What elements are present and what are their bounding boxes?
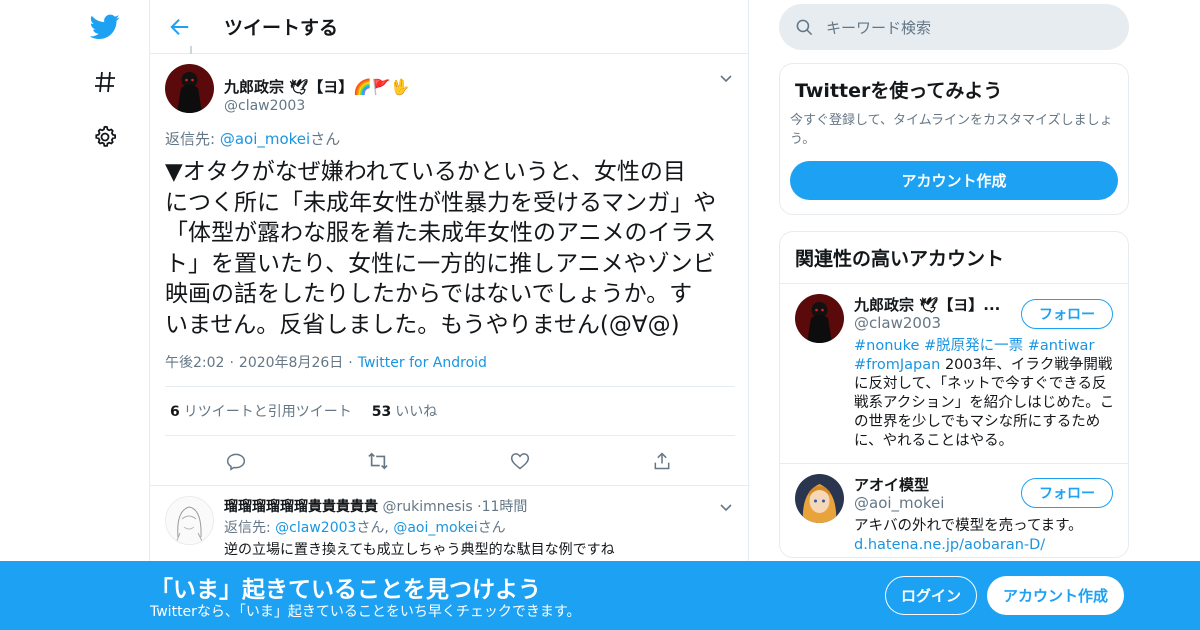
gear-icon[interactable]	[88, 120, 122, 154]
signup-card-description: 今すぐ登録して、タイムラインをカスタマイズしましょう。	[790, 113, 1113, 147]
tweet-meta: 午後2:02 · 2020年8月26日 · Twitter for Android	[165, 352, 487, 372]
author-name[interactable]: 九郎政宗 🕊【ヨ】🌈🚩🖖	[224, 76, 409, 97]
related-account-name[interactable]: 九郎政宗 🕊【ヨ】...	[854, 294, 1000, 315]
meta-separator: ·	[229, 355, 234, 371]
signup-card-title: Twitterを使ってみよう	[795, 80, 1003, 102]
bio-text: アキバの外れで模型を売ってます。	[854, 518, 1083, 534]
likes-count: 53	[371, 404, 392, 420]
likes-stat[interactable]: 53 いいね	[372, 401, 437, 421]
reply-text: 逆の立場に置き換えても成立しちゃう典型的な駄目な例ですね	[224, 542, 615, 558]
left-nav	[80, 0, 130, 630]
chevron-down-icon[interactable]	[718, 70, 734, 86]
arrow-left-icon	[170, 18, 189, 35]
reply-separator: さん,	[356, 520, 394, 536]
like-icon[interactable]	[507, 448, 533, 474]
related-account-name[interactable]: アオイ模型	[854, 474, 929, 495]
reply-prefix: 返信先:	[165, 130, 220, 148]
reply-context: 返信先: @aoi_mokeiさん	[165, 128, 340, 149]
reply-icon[interactable]	[223, 448, 249, 474]
retweet-icon[interactable]	[365, 448, 391, 474]
reply-to-link[interactable]: @aoi_mokei	[220, 130, 310, 148]
author-handle[interactable]: @claw2003	[224, 98, 305, 114]
reply-suffix: さん	[310, 130, 341, 148]
related-account-handle[interactable]: @aoi_mokei	[854, 494, 944, 512]
thread-line	[190, 46, 192, 54]
likes-label: いいね	[395, 404, 438, 420]
signup-button[interactable]: アカウント作成	[987, 576, 1124, 615]
page-title: ツイートする	[224, 17, 339, 39]
reply-time[interactable]: 11時間	[482, 499, 528, 515]
reply-author-handle[interactable]: @rukimnesis	[382, 499, 472, 515]
reply-to-link[interactable]: @aoi_mokei	[393, 520, 477, 536]
tweet-source[interactable]: Twitter for Android	[358, 355, 487, 371]
search-icon	[795, 18, 814, 37]
main-header: ツイートする	[150, 0, 748, 54]
search-input[interactable]: キーワード検索	[779, 4, 1129, 50]
reply-avatar[interactable]	[165, 496, 214, 545]
related-accounts-title: 関連性の高いアカウント	[795, 248, 1005, 270]
tweet-text: ▼オタクがなぜ嫌われているかというと、女性の目 につく所に「未成年女性が性暴力を…	[165, 159, 717, 338]
related-accounts-card: 関連性の高いアカウント 九郎政宗 🕊【ヨ】... @claw2003 フォロー …	[779, 231, 1129, 558]
reply-tweet[interactable]: 瑠瑠瑠瑠瑠瑠貴貴貴貴貴 @rukimnesis ·11時間 返信先: @claw…	[150, 485, 750, 565]
reply-header: 瑠瑠瑠瑠瑠瑠貴貴貴貴貴 @rukimnesis ·11時間	[224, 496, 527, 516]
tweet-stats: 6 リツイートと引用ツイート 53 いいね	[165, 386, 735, 436]
tweet-date[interactable]: 2020年8月26日	[239, 355, 343, 371]
related-account-bio: #nonuke #脱原発に一票 #antiwar #fromJapan 2003…	[854, 337, 1116, 451]
chevron-down-icon[interactable]	[718, 499, 734, 515]
reply-author-name[interactable]: 瑠瑠瑠瑠瑠瑠貴貴貴貴貴	[224, 499, 378, 515]
banner-subtext: Twitterなら、「いま」起きていることをいち早くチェックできます。	[150, 604, 581, 620]
reply-suffix: さん	[477, 520, 506, 536]
banner-headline: 「いま」起きていることを見つけよう	[150, 577, 541, 603]
related-account[interactable]: アオイ模型 @aoi_mokei フォロー アキバの外れで模型を売ってます。 d…	[780, 463, 1128, 557]
reply-to-link[interactable]: @claw2003	[275, 520, 356, 536]
hashtag-icon[interactable]	[88, 65, 122, 99]
back-button[interactable]	[150, 0, 210, 54]
signup-banner: 「いま」起きていることを見つけよう Twitterなら、「いま」起きていることを…	[0, 561, 1200, 630]
create-account-button[interactable]: アカウント作成	[790, 161, 1118, 200]
related-account-handle[interactable]: @claw2003	[854, 314, 941, 332]
retweets-count: 6	[170, 404, 180, 420]
follow-button[interactable]: フォロー	[1021, 299, 1113, 329]
related-account[interactable]: 九郎政宗 🕊【ヨ】... @claw2003 フォロー #nonuke #脱原発…	[780, 283, 1128, 463]
bio-link[interactable]: d.hatena.ne.jp/aobaran-D/	[854, 537, 1045, 553]
meta-separator: ·	[348, 355, 353, 371]
related-account-bio: アキバの外れで模型を売ってます。 d.hatena.ne.jp/aobaran-…	[854, 517, 1116, 555]
twitter-bird-icon[interactable]	[88, 10, 122, 44]
retweets-stat[interactable]: 6 リツイートと引用ツイート	[170, 401, 352, 421]
retweets-label: リツイートと引用ツイート	[183, 404, 352, 420]
follow-button[interactable]: フォロー	[1021, 478, 1113, 508]
avatar[interactable]	[795, 294, 844, 343]
tweet-author: 九郎政宗 🕊【ヨ】🌈🚩🖖 @claw2003	[165, 64, 735, 116]
reply-context: 返信先: @claw2003さん, @aoi_mokeiさん	[224, 517, 506, 537]
tweet-time[interactable]: 午後2:02	[165, 355, 224, 371]
avatar[interactable]	[165, 64, 214, 113]
tweet-actions	[165, 436, 735, 486]
main-column: ツイートする 九郎政宗 🕊【ヨ】🌈🚩🖖 @claw2003 返信先: @aoi_…	[149, 0, 750, 630]
reply-prefix: 返信先:	[224, 520, 276, 536]
signup-card: Twitterを使ってみよう 今すぐ登録して、タイムラインをカスタマイズしましょ…	[779, 63, 1129, 215]
avatar[interactable]	[795, 474, 844, 523]
search-placeholder: キーワード検索	[826, 18, 932, 37]
login-button[interactable]: ログイン	[885, 576, 977, 615]
share-icon[interactable]	[649, 448, 675, 474]
